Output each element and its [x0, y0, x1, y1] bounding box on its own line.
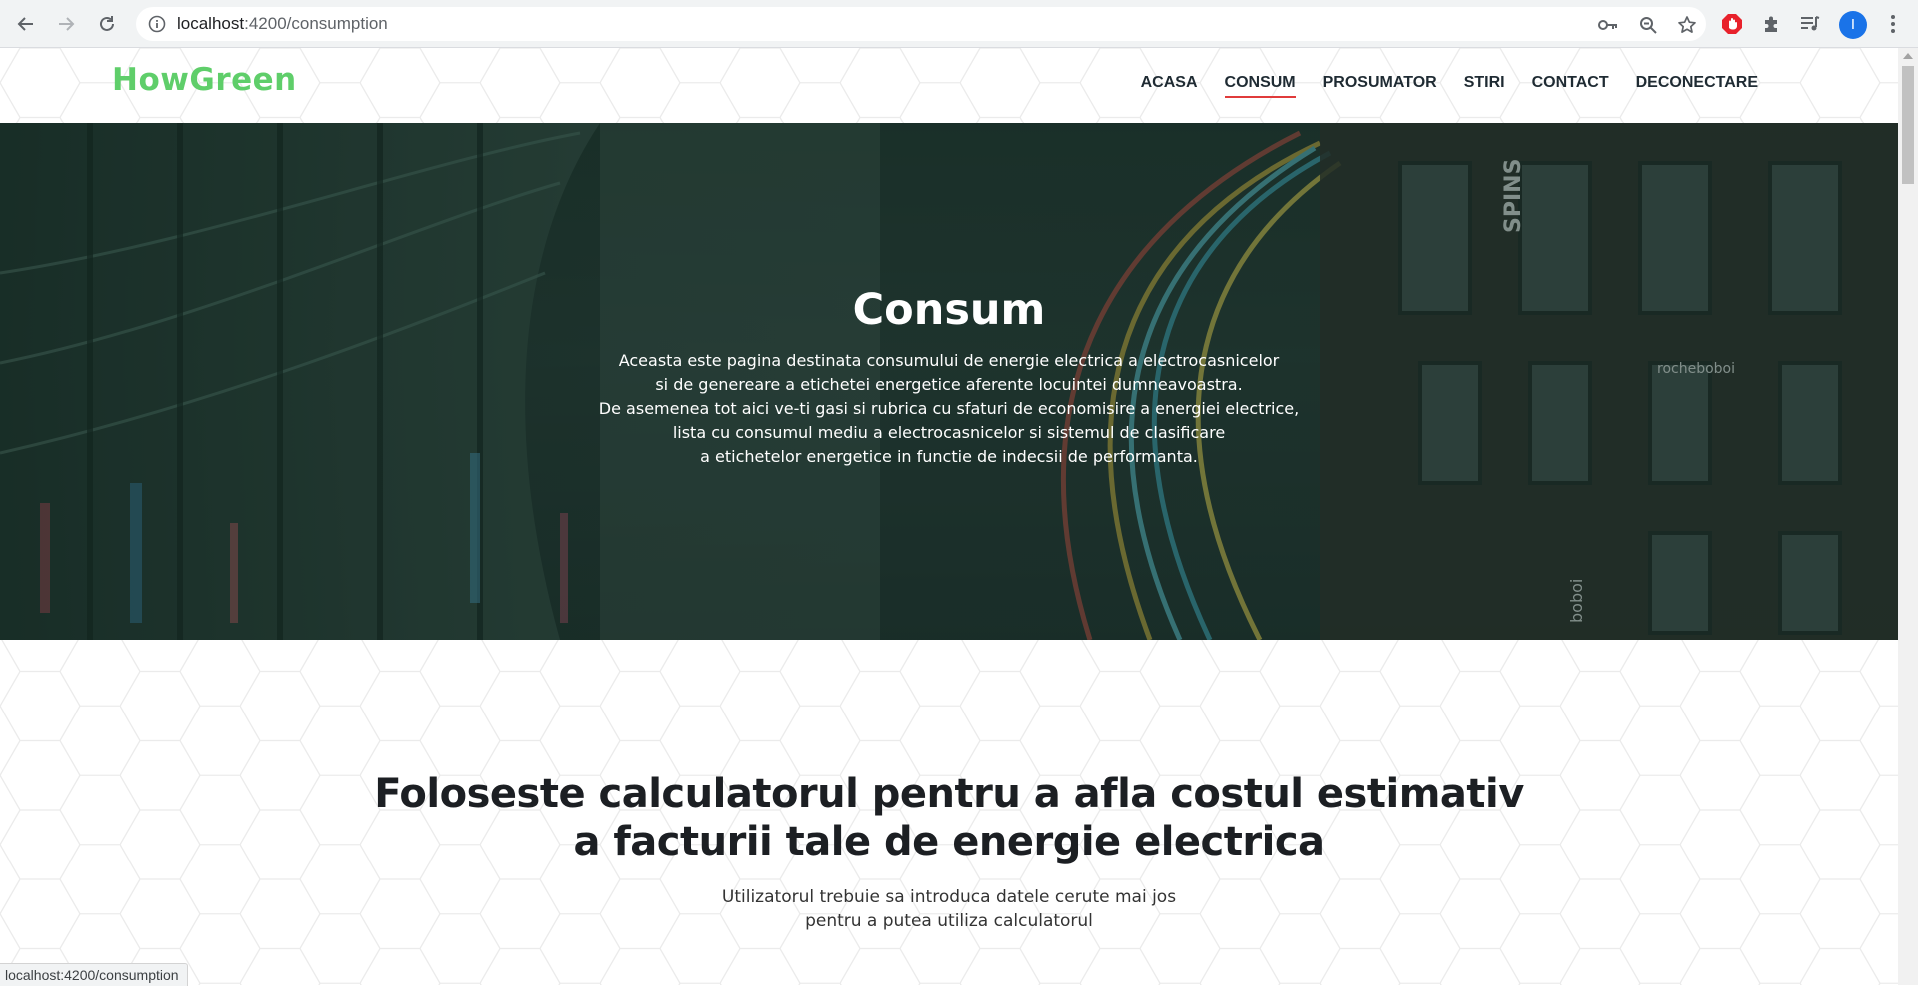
back-arrow-icon [17, 17, 33, 31]
zoom-out-icon[interactable] [1638, 15, 1658, 35]
nav-item-stiri[interactable]: STIRI [1464, 74, 1505, 98]
page-scrollbar[interactable] [1898, 48, 1918, 985]
calculator-heading-line: a facturii tale de energie electrica [573, 819, 1325, 865]
reload-icon [100, 16, 114, 31]
profile-avatar[interactable]: I [1839, 11, 1867, 39]
hero-text-line: Aceasta este pagina destinata consumului… [618, 351, 1280, 370]
extensions-puzzle-icon[interactable] [1760, 12, 1784, 36]
reading-list-icon[interactable] [1798, 12, 1822, 36]
status-bar-url: localhost:4200/consumption [0, 963, 188, 986]
hero-text-line: si de genereare a etichetei energetice a… [655, 375, 1243, 394]
browser-menu-icon[interactable] [1881, 12, 1905, 36]
hero-text-line: De asemenea tot aici ve-ti gasi si rubri… [598, 399, 1300, 418]
main-navigation: ACASA CONSUM PROSUMATOR STIRI CONTACT DE… [1114, 74, 1758, 98]
calculator-heading: Foloseste calculatorul pentru a afla cos… [0, 770, 1898, 866]
page-viewport: HowGreen ACASA CONSUM PROSUMATOR STIRI C… [0, 48, 1898, 985]
calculator-subtitle-line: pentru a putea utiliza calculatorul [805, 911, 1093, 931]
back-button[interactable] [12, 10, 40, 38]
hero-text-line: a etichetelor energetice in functie de i… [700, 447, 1198, 466]
bookmark-star-icon[interactable] [1677, 15, 1697, 35]
nav-item-prosumator[interactable]: PROSUMATOR [1323, 74, 1437, 98]
nav-item-contact[interactable]: CONTACT [1532, 74, 1609, 98]
reload-button[interactable] [93, 10, 121, 38]
address-bar[interactable]: localhost:4200/consumption [136, 7, 1706, 41]
hero-description: Aceasta este pagina destinata consumului… [0, 349, 1898, 469]
nav-item-deconectare[interactable]: DECONECTARE [1636, 74, 1758, 98]
hero-title: Consum [852, 285, 1046, 335]
calculator-heading-line: Foloseste calculatorul pentru a afla cos… [374, 771, 1524, 817]
hero-banner: SPINS rocheboboi boboi Consum Aceasta es… [0, 123, 1898, 640]
key-icon[interactable] [1598, 15, 1618, 35]
browser-toolbar: localhost:4200/consumption I [0, 0, 1918, 48]
nav-item-acasa[interactable]: ACASA [1141, 74, 1198, 98]
forward-button[interactable] [52, 10, 80, 38]
calculator-subtitle: Utilizatorul trebuie sa introduca datele… [0, 885, 1898, 933]
site-header: HowGreen ACASA CONSUM PROSUMATOR STIRI C… [0, 48, 1898, 123]
scroll-up-arrow-icon[interactable] [1903, 53, 1913, 59]
adblock-extension-icon[interactable] [1720, 12, 1744, 36]
calculator-subtitle-line: Utilizatorul trebuie sa introduca datele… [721, 887, 1177, 907]
site-info-icon[interactable] [148, 15, 166, 37]
url-text[interactable]: localhost:4200/consumption [177, 14, 388, 34]
forward-arrow-icon [59, 17, 75, 31]
site-logo[interactable]: HowGreen [112, 62, 297, 98]
hero-text-line: lista cu consumul mediu a electrocasnice… [672, 423, 1226, 442]
nav-item-consum[interactable]: CONSUM [1224, 74, 1296, 98]
scrollbar-thumb[interactable] [1902, 66, 1914, 184]
